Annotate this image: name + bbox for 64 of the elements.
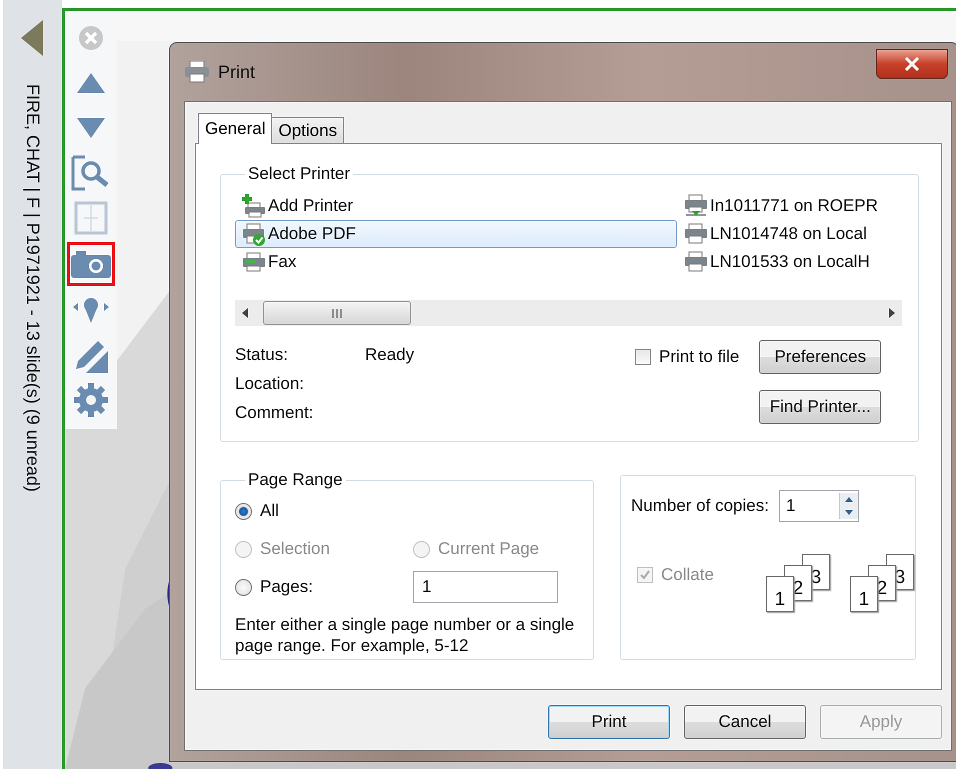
location-pin-icon[interactable]	[73, 297, 109, 323]
checkbox[interactable]	[635, 349, 651, 365]
field-label: Status:	[235, 344, 289, 364]
checkbox-label: Print to file	[659, 347, 740, 367]
checkbox-label: Collate	[661, 565, 714, 585]
printer-item[interactable]: Fax	[235, 248, 677, 276]
zoom-page-icon[interactable]	[71, 155, 111, 191]
group-title: Select Printer	[247, 164, 352, 184]
pages-input-field[interactable]: 1	[413, 571, 558, 603]
printer-name: In1011771 on ROEPR	[710, 196, 878, 216]
radio-label: All	[260, 501, 279, 521]
tab[interactable]: General	[198, 113, 272, 144]
close-icon	[904, 57, 920, 71]
group-title: Page Range	[247, 470, 344, 490]
page-layout-icon[interactable]	[74, 201, 108, 235]
printer-icon	[184, 61, 210, 83]
radio-label: Pages:	[260, 577, 313, 597]
printer-name: Add Printer	[268, 196, 354, 216]
close-icon[interactable]	[78, 25, 104, 51]
radio-button[interactable]	[235, 502, 252, 520]
up-arrow-icon[interactable]	[77, 73, 105, 93]
page-sheet: 1	[850, 576, 878, 612]
presentation-title: FIRE, CHAT | F | P1971921 - 13 slide(s) (9 unread)	[22, 84, 43, 492]
printer-item[interactable]: Add Printer	[235, 192, 677, 220]
back-arrow-icon[interactable]	[20, 20, 44, 56]
dialog-button[interactable]: Print	[548, 705, 670, 739]
default-printer-icon	[242, 222, 266, 246]
gear-icon[interactable]	[73, 382, 109, 418]
fax-icon	[242, 250, 266, 274]
dialog-button[interactable]: Cancel	[684, 705, 806, 739]
copies-spinbox[interactable]: 1	[778, 490, 859, 522]
add-printer-icon	[242, 194, 266, 218]
radio-label: Current Page	[438, 539, 540, 559]
printer-name: Fax	[268, 252, 296, 272]
printer-name: Adobe PDF	[268, 224, 356, 244]
field-label: Location:	[235, 374, 305, 394]
window-title: Print	[218, 62, 256, 82]
printer-icon	[684, 250, 708, 274]
hint-text: Enter either a single page number or a single page range. For example, 5-12	[235, 614, 576, 656]
printer-icon	[684, 222, 708, 246]
printer-item[interactable]: LN1014748 on Local	[677, 220, 902, 248]
radio-label: Selection	[260, 539, 330, 559]
field-value: Ready	[365, 344, 414, 364]
dialog-button[interactable]: Preferences	[759, 340, 882, 374]
network-printer-icon	[684, 194, 708, 218]
scroll-right-icon[interactable]	[888, 308, 896, 318]
field-label: Comment:	[235, 402, 314, 422]
scroll-left-icon[interactable]	[241, 308, 249, 318]
printer-item[interactable]: In1011771 on ROEPR	[677, 192, 902, 220]
horizontal-scrollbar[interactable]	[235, 300, 902, 326]
grip-icon	[332, 308, 342, 318]
radio-button[interactable]	[235, 578, 252, 596]
printer-item[interactable]: Adobe PDF	[235, 220, 677, 248]
dialog-button[interactable]: Find Printer...	[759, 390, 882, 424]
close-button[interactable]	[876, 49, 948, 79]
camera-icon[interactable]	[71, 250, 111, 278]
printer-item[interactable]: LN101533 on LocalH	[677, 248, 902, 276]
down-arrow-icon[interactable]	[77, 118, 105, 138]
printer-name: LN101533 on LocalH	[710, 252, 870, 272]
copies-label: Number of copies:	[631, 496, 769, 516]
page-sheet: 1	[766, 576, 794, 612]
tab[interactable]: Options	[271, 117, 344, 143]
scroll-thumb[interactable]	[263, 301, 411, 325]
printer-name: LN1014748 on Local	[710, 224, 867, 244]
